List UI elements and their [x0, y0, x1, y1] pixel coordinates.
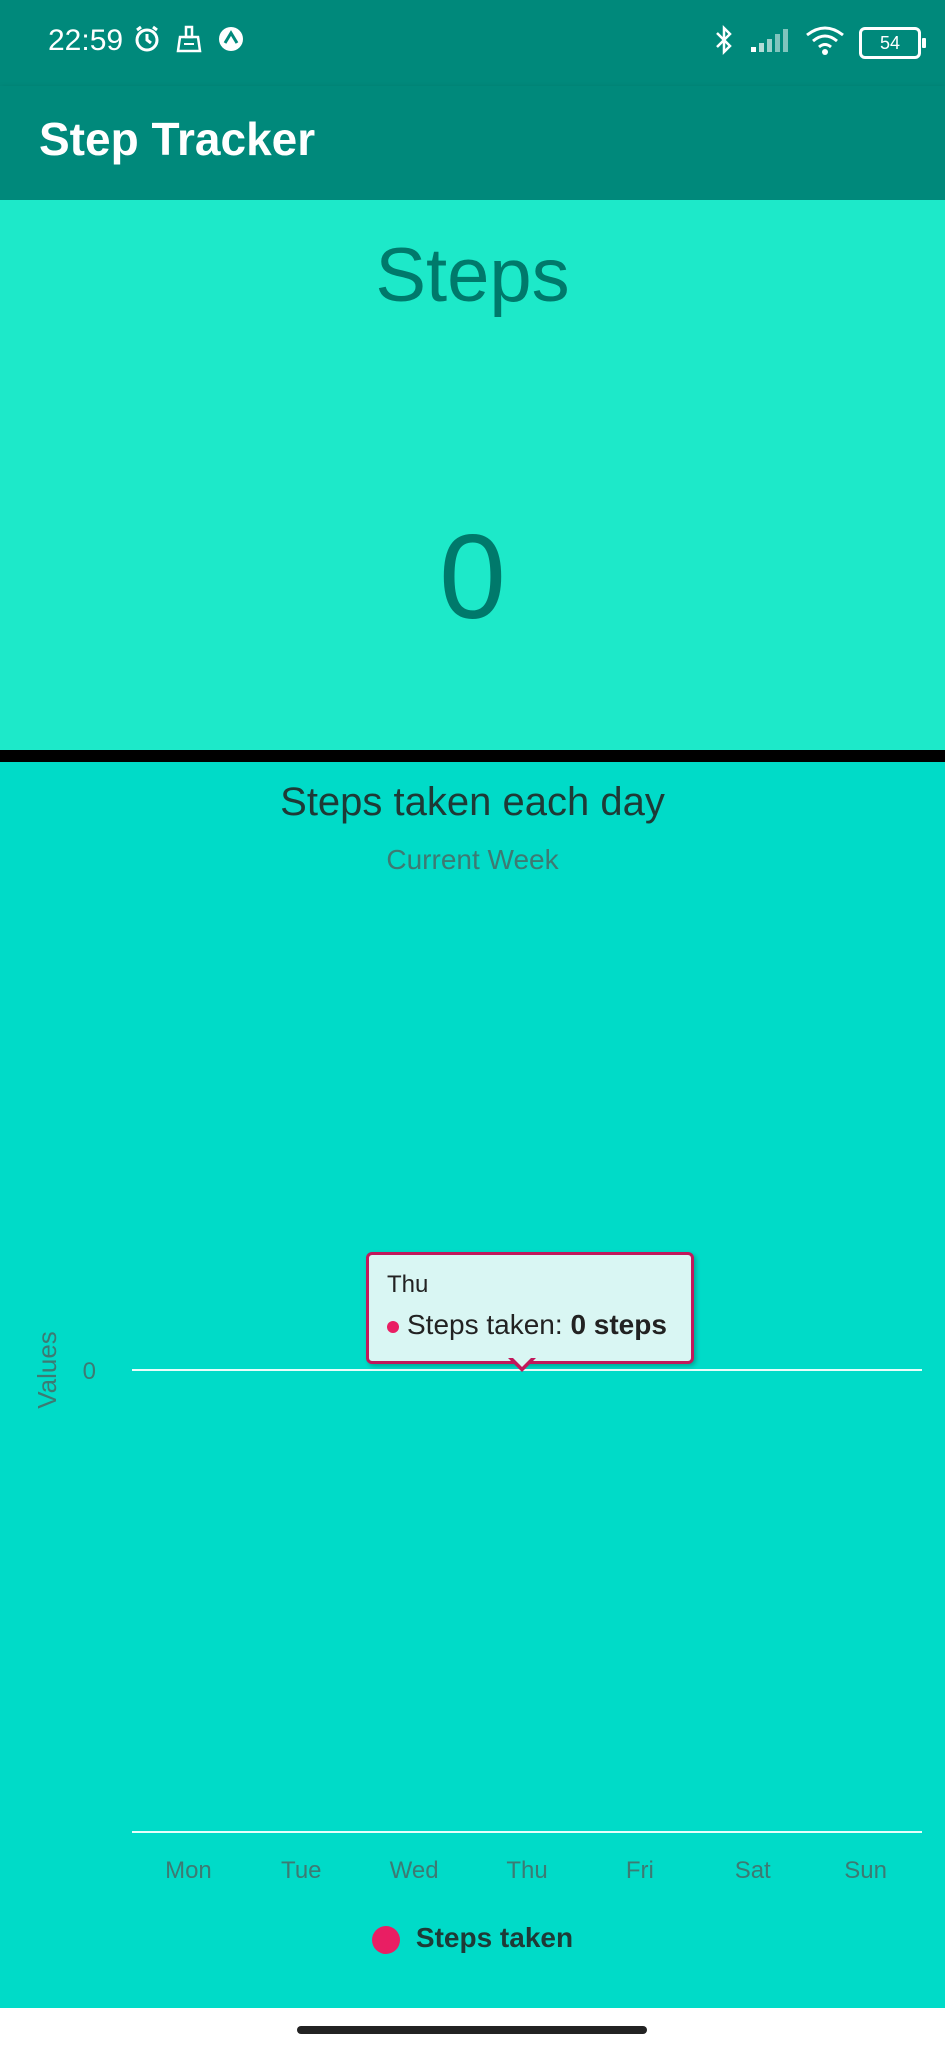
y-axis-ticks: 0 — [83, 1358, 96, 1385]
x-tick-label-fri: Fri — [626, 1857, 654, 1884]
legend-marker — [371, 1925, 400, 1954]
chart-plot[interactable]: Values 0 Mon Tue Wed Thu Fri Sat Sun — [0, 762, 945, 2008]
steps-count: 0 — [439, 510, 506, 644]
alarm-icon — [132, 24, 162, 59]
app-title: Step Tracker — [39, 113, 316, 165]
tooltip-pointer-fill — [511, 1356, 533, 1367]
app-bar: Step Tracker — [0, 86, 945, 200]
steps-panel: Steps 0 — [0, 200, 945, 750]
tooltip-series-label: Steps taken: — [407, 1309, 571, 1340]
status-time: 22:59 — [48, 24, 124, 57]
battery-icon: 54 — [859, 26, 926, 59]
grid-lines — [132, 1369, 922, 1833]
status-bar: 22:59 54 — [0, 0, 945, 86]
section-divider — [0, 750, 945, 762]
chart-panel[interactable]: Steps taken each day Current Week Values… — [0, 762, 945, 2008]
chart-tooltip: Thu Steps taken: 0 steps — [366, 1252, 694, 1364]
x-tick-label-sat: Sat — [735, 1857, 771, 1884]
chart-legend[interactable]: Steps taken — [0, 1922, 945, 1954]
x-tick-label-thu: Thu — [506, 1857, 547, 1884]
cleaner-icon — [174, 24, 204, 59]
legend-label: Steps taken — [415, 1922, 574, 1953]
navigation-bar — [0, 2008, 945, 2048]
x-tick-label-tue: Tue — [281, 1857, 321, 1884]
wifi-icon — [805, 25, 845, 60]
signal-icon — [749, 27, 791, 58]
tooltip-value-row: Steps taken: 0 steps — [387, 1309, 667, 1341]
y-tick-label: 0 — [83, 1358, 96, 1385]
steps-label: Steps — [375, 233, 570, 318]
tooltip-value: 0 steps — [570, 1309, 667, 1340]
gesture-handle[interactable] — [297, 2026, 647, 2034]
app-notification-icon — [216, 24, 246, 59]
tooltip-day: Thu — [387, 1271, 429, 1298]
y-axis-label: Values — [32, 1331, 62, 1409]
status-left-icons — [132, 24, 246, 59]
x-axis-ticks: Mon Tue Wed Thu Fri Sat Sun — [165, 1857, 887, 1884]
x-tick-label-wed: Wed — [390, 1857, 439, 1884]
x-tick-label-mon: Mon — [165, 1857, 212, 1884]
status-right-icons: 54 — [713, 24, 926, 61]
bluetooth-icon — [713, 24, 735, 61]
x-tick-label-sun: Sun — [844, 1857, 887, 1884]
tooltip-series-dot — [387, 1320, 399, 1333]
